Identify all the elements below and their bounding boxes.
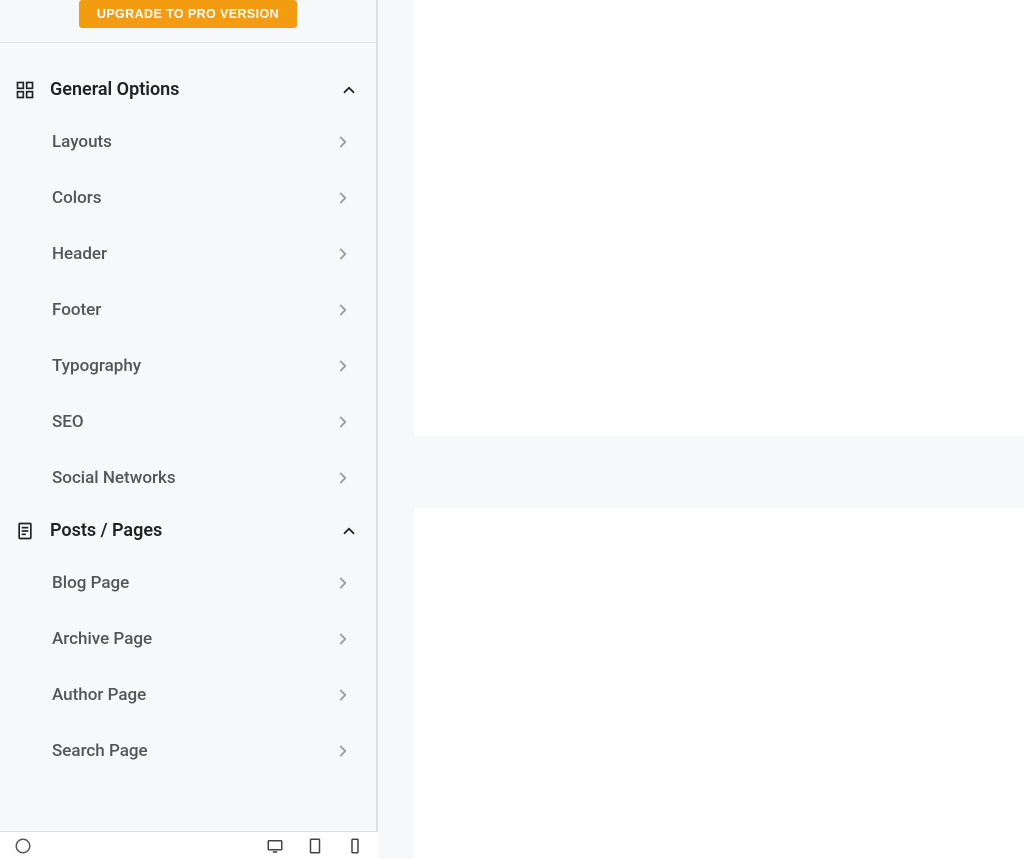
subitem-label: Archive Page — [52, 629, 152, 649]
section-title: Posts / Pages — [50, 520, 340, 541]
section-posts-pages[interactable]: Posts / Pages — [0, 506, 376, 555]
subitem-archive-page[interactable]: Archive Page — [0, 611, 376, 667]
chevron-right-icon — [334, 133, 352, 151]
chevron-right-icon — [334, 742, 352, 760]
subitem-label: Search Page — [52, 741, 148, 761]
chevron-right-icon — [334, 413, 352, 431]
subitem-label: Blog Page — [52, 573, 129, 593]
upgrade-pro-button[interactable]: UPGRADE TO PRO VERSION — [79, 0, 297, 28]
collapse-icon[interactable] — [14, 837, 32, 855]
subitem-label: Author Page — [52, 685, 146, 705]
sidebar-top: UPGRADE TO PRO VERSION — [0, 0, 376, 43]
section-title: General Options — [50, 79, 340, 100]
bottom-toolbar — [0, 831, 378, 859]
device-desktop-icon[interactable] — [266, 837, 284, 855]
subitem-label: Colors — [52, 188, 101, 208]
subitem-author-page[interactable]: Author Page — [0, 667, 376, 723]
chevron-right-icon — [334, 301, 352, 319]
chevron-right-icon — [334, 574, 352, 592]
chevron-right-icon — [334, 630, 352, 648]
subitem-blog-page[interactable]: Blog Page — [0, 555, 376, 611]
subitem-search-page[interactable]: Search Page — [0, 723, 376, 779]
chevron-up-icon — [340, 81, 358, 99]
subitem-label: Typography — [52, 356, 141, 376]
chevron-right-icon — [334, 357, 352, 375]
subitem-footer[interactable]: Footer — [0, 282, 376, 338]
subitem-label: Social Networks — [52, 468, 176, 488]
posts-pages-items: Blog Page Archive Page Author Page Searc… — [0, 555, 376, 779]
subitem-label: Layouts — [52, 132, 112, 152]
subitem-typography[interactable]: Typography — [0, 338, 376, 394]
chevron-right-icon — [334, 686, 352, 704]
chevron-up-icon — [340, 522, 358, 540]
subitem-colors[interactable]: Colors — [0, 170, 376, 226]
subitem-layouts[interactable]: Layouts — [0, 114, 376, 170]
subitem-label: SEO — [52, 412, 84, 432]
subitem-label: Footer — [52, 300, 101, 320]
general-options-items: Layouts Colors Header Footer — [0, 114, 376, 506]
customizer-sidebar: UPGRADE TO PRO VERSION General Options — [0, 0, 378, 859]
chevron-right-icon — [334, 469, 352, 487]
preview-region-bottom — [414, 508, 1024, 859]
chevron-right-icon — [334, 245, 352, 263]
preview-region-top — [414, 0, 1024, 436]
device-tablet-icon[interactable] — [306, 837, 324, 855]
subitem-header[interactable]: Header — [0, 226, 376, 282]
section-general-options[interactable]: General Options — [0, 65, 376, 114]
grid-icon — [14, 80, 36, 100]
subitem-social-networks[interactable]: Social Networks — [0, 450, 376, 506]
live-preview — [378, 0, 1024, 859]
subitem-seo[interactable]: SEO — [0, 394, 376, 450]
page-icon — [14, 521, 36, 541]
chevron-right-icon — [334, 189, 352, 207]
device-mobile-icon[interactable] — [346, 837, 364, 855]
subitem-label: Header — [52, 244, 107, 264]
sidebar-scroll[interactable]: General Options Layouts Colors — [0, 43, 376, 859]
